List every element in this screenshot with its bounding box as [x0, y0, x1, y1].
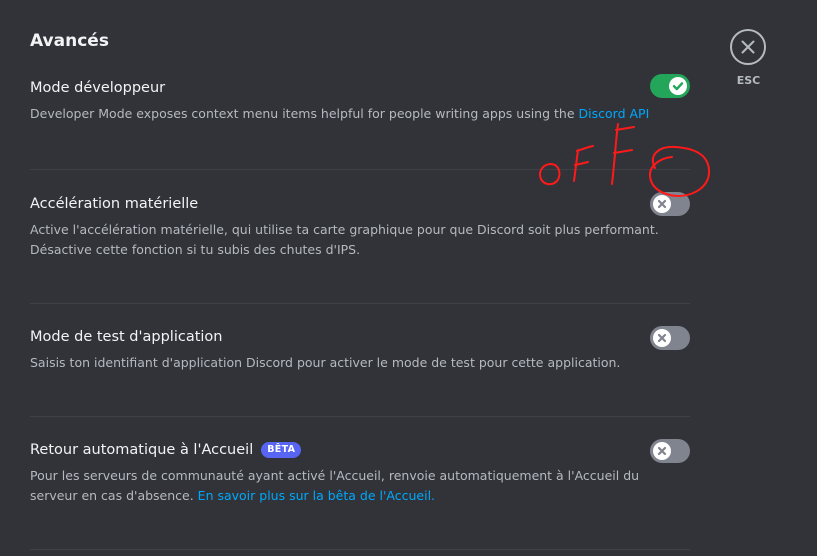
setting-title: Mode développeur	[30, 80, 166, 96]
toggle-knob	[669, 77, 687, 95]
close-settings: ESC	[730, 29, 766, 87]
home-beta-link[interactable]: En savoir plus sur la bêta de l'Accueil.	[198, 488, 435, 503]
handwritten-off-annotation	[539, 123, 711, 198]
settings-page: Avancés Mode développeur Developer Mode …	[0, 0, 817, 556]
setting-title: Mode de test d'application	[30, 329, 223, 345]
developer-mode-toggle[interactable]	[650, 74, 690, 98]
esc-label: ESC	[736, 74, 761, 87]
close-button[interactable]	[730, 29, 766, 65]
toggle-knob	[653, 329, 671, 347]
application-test-mode-toggle[interactable]	[650, 326, 690, 350]
section-title: Avancés	[30, 31, 109, 51]
auto-return-home-toggle[interactable]	[650, 439, 690, 463]
setting-description: Active l'accélération matérielle, qui ut…	[30, 222, 659, 257]
x-icon	[657, 446, 667, 456]
beta-badge: BÊTA	[261, 442, 302, 458]
setting-title: Retour automatique à l'Accueil BÊTA	[30, 439, 302, 461]
setting-auto-return-home: Retour automatique à l'Accueil BÊTA Pour …	[30, 437, 690, 550]
checkmark-icon	[672, 82, 684, 91]
setting-application-test-mode: Mode de test d'application Saisis ton id…	[30, 324, 690, 417]
close-icon	[741, 40, 755, 54]
x-icon	[657, 333, 667, 343]
advanced-settings-panel: Avancés Mode développeur Developer Mode …	[30, 26, 690, 550]
setting-description: Pour les serveurs de communauté ayant ac…	[30, 468, 640, 503]
setting-title: Accélération matérielle	[30, 196, 199, 212]
toggle-knob	[653, 442, 671, 460]
setting-description: Saisis ton identifiant d'application Dis…	[30, 355, 621, 370]
